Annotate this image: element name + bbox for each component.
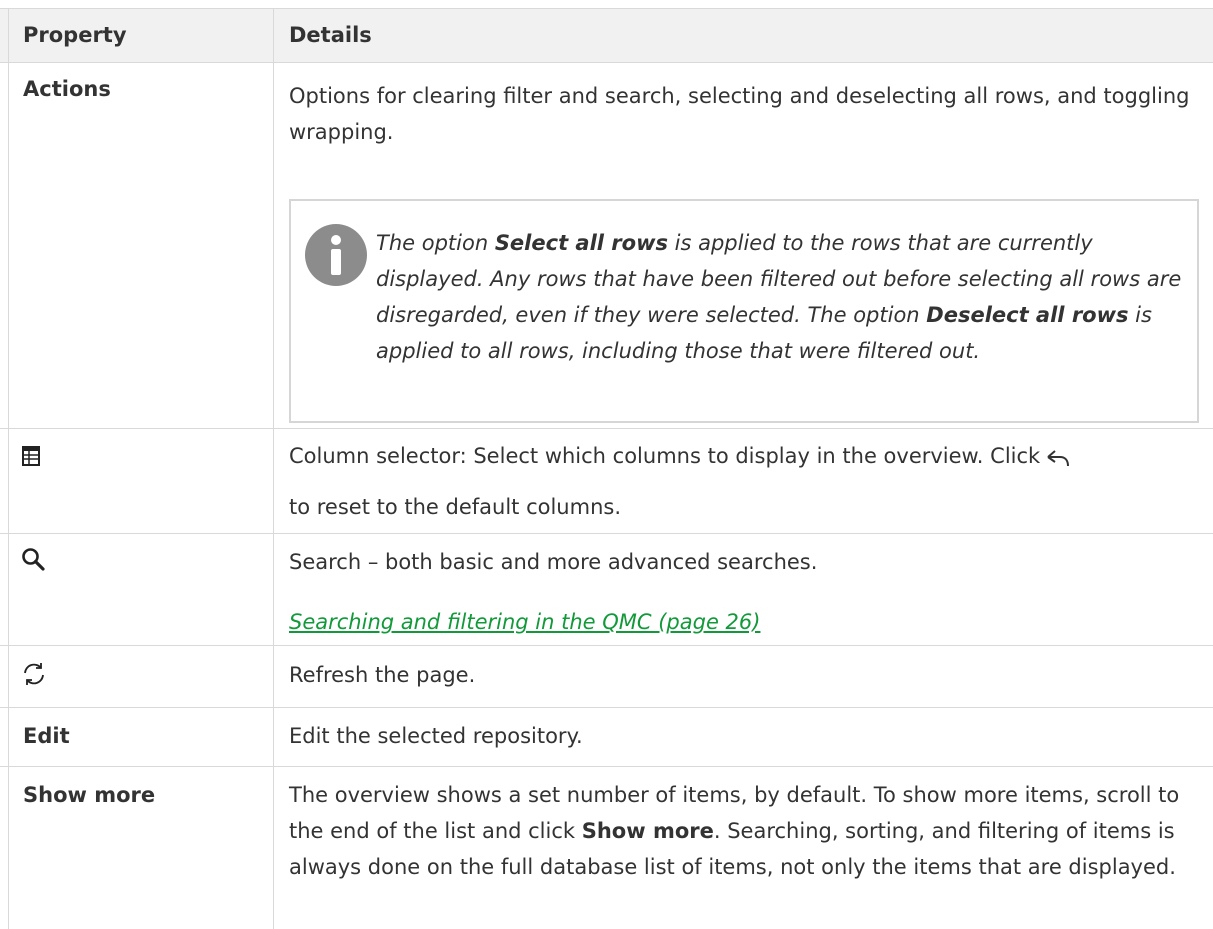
link-searching-filtering[interactable]: Searching and filtering in the QMC (page… bbox=[289, 604, 760, 640]
table-header-row bbox=[0, 8, 1213, 62]
row-property-edit: Edit bbox=[23, 724, 70, 748]
info-icon bbox=[305, 224, 367, 286]
row-divider bbox=[0, 707, 1213, 708]
row-details-column-selector: Column selector: Select which columns to… bbox=[289, 438, 1194, 474]
note-bold-deselect-all: Deselect all rows bbox=[926, 303, 1129, 327]
row-divider bbox=[0, 428, 1213, 429]
row-property-actions: Actions bbox=[23, 77, 111, 101]
properties-table: Property Details Actions Options for cle… bbox=[0, 0, 1213, 929]
row-divider bbox=[0, 62, 1213, 63]
table-columns-icon[interactable] bbox=[22, 446, 40, 466]
row-details-edit: Edit the selected repository. bbox=[289, 724, 583, 748]
note-box: The option Select all rows is applied to… bbox=[289, 199, 1199, 423]
row-divider bbox=[0, 645, 1213, 646]
row-details-actions: Options for clearing filter and search, … bbox=[289, 84, 1190, 144]
refresh-icon[interactable] bbox=[21, 661, 47, 687]
row-property-show-more: Show more bbox=[23, 783, 156, 807]
row-details-column-selector-cont: to reset to the default columns. bbox=[289, 495, 622, 519]
search-icon[interactable] bbox=[21, 547, 45, 571]
row-details-show-more: The overview shows a set number of items… bbox=[289, 783, 1180, 879]
undo-arrow-icon[interactable] bbox=[1046, 449, 1070, 467]
note-bold-select-all: Select all rows bbox=[494, 231, 668, 255]
row-divider bbox=[0, 766, 1213, 767]
header-property: Property bbox=[23, 23, 127, 47]
row-details-search: Search – both basic and more advanced se… bbox=[289, 550, 818, 574]
header-details: Details bbox=[289, 23, 372, 47]
show-more-bold: Show more bbox=[581, 819, 714, 843]
row-details-refresh: Refresh the page. bbox=[289, 663, 476, 687]
column-divider bbox=[273, 8, 274, 929]
note-text: The option Select all rows is applied to… bbox=[376, 231, 1182, 363]
row-divider bbox=[0, 533, 1213, 534]
column-divider bbox=[8, 8, 9, 929]
row-divider bbox=[0, 8, 1213, 9]
